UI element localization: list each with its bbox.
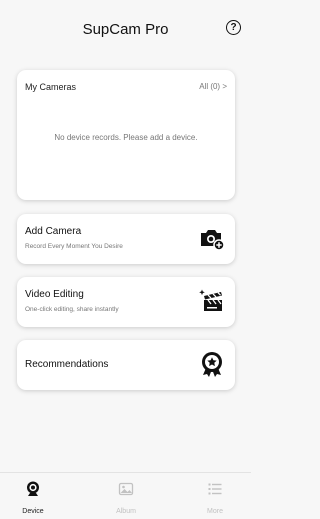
tab-device[interactable]: Device — [13, 481, 53, 515]
add-camera-card[interactable]: Add Camera Record Every Moment You Desir… — [17, 214, 235, 264]
help-icon[interactable]: ? — [226, 20, 241, 35]
award-badge-icon — [202, 352, 222, 377]
video-editing-title: Video Editing — [25, 289, 84, 300]
list-icon — [208, 483, 222, 495]
video-editing-card[interactable]: Video Editing One-click editing, share i… — [17, 277, 235, 327]
tab-album-label: Album — [116, 508, 136, 515]
empty-state-text: No device records. Please add a device. — [54, 133, 198, 142]
camera-add-icon — [201, 230, 225, 251]
video-editing-subtitle: One-click editing, share instantly — [25, 306, 119, 313]
webcam-icon — [27, 481, 39, 496]
tab-device-label: Device — [22, 508, 44, 515]
image-icon — [118, 482, 134, 496]
add-camera-title: Add Camera — [25, 226, 82, 237]
page-title: SupCam Pro — [82, 20, 169, 38]
clapperboard-icon — [199, 289, 222, 311]
tab-album[interactable]: Album — [106, 481, 146, 515]
tab-more[interactable]: More — [195, 481, 235, 515]
recommendations-title: Recommendations — [25, 359, 109, 370]
all-cameras-link[interactable]: All (0) > — [199, 82, 227, 91]
bottom-tab-bar: Device Album More — [0, 472, 251, 519]
tab-more-label: More — [207, 508, 223, 515]
app-header: SupCam Pro ? — [0, 0, 251, 58]
my-cameras-card: My Cameras All (0) > No device records. … — [17, 70, 235, 200]
my-cameras-label: My Cameras — [25, 82, 77, 92]
recommendations-card[interactable]: Recommendations — [17, 340, 235, 390]
add-camera-subtitle: Record Every Moment You Desire — [25, 243, 123, 250]
